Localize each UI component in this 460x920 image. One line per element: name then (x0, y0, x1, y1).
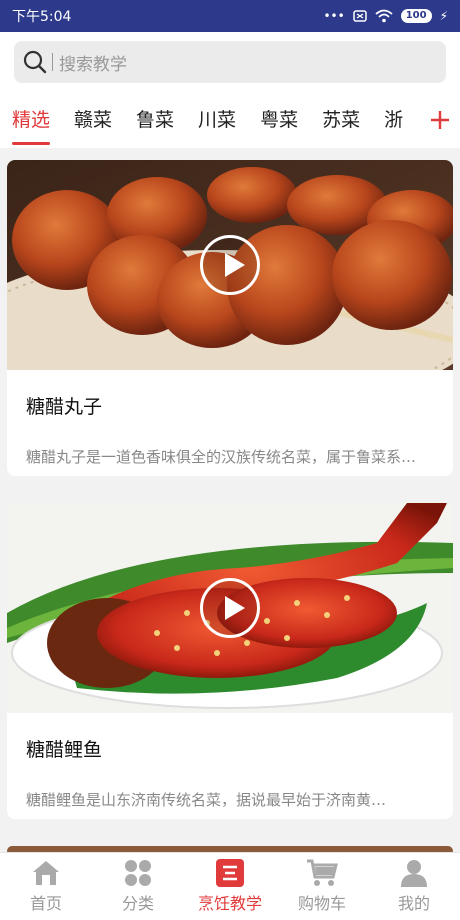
recipe-description: 糖醋丸子是一道色香味俱全的汉族传统名菜，属于鲁菜系… (26, 448, 417, 466)
nav-mine-label: 我的 (397, 894, 430, 913)
recipe-title: 糖醋丸子 (26, 396, 103, 418)
nav-cart-label: 购物车 (297, 894, 346, 913)
nav-home[interactable]: 首页 (0, 853, 92, 920)
category-icon (125, 860, 151, 886)
nav-mine[interactable]: 我的 (368, 853, 460, 920)
search-bar: 搜索教学 (0, 32, 460, 92)
tab-yue[interactable]: 粤菜 (248, 92, 310, 148)
tab-featured[interactable]: 精选 (0, 92, 62, 148)
nav-cart[interactable]: 购物车 (276, 853, 368, 920)
nav-home-label: 首页 (29, 894, 62, 913)
tab-lu[interactable]: 鲁菜 (124, 92, 186, 148)
search-input[interactable]: 搜索教学 (14, 41, 446, 83)
search-placeholder: 搜索教学 (59, 54, 127, 75)
cart-icon (307, 859, 338, 886)
tab-chuan[interactable]: 川菜 (186, 92, 248, 148)
recipe-video-thumbnail[interactable] (7, 160, 453, 370)
plus-icon (431, 111, 449, 129)
category-tabs: 精选 赣菜 鲁菜 川菜 粤菜 苏菜 浙 (0, 92, 460, 148)
tab-gan[interactable]: 赣菜 (62, 92, 124, 148)
recipe-card[interactable]: 糖醋鲤鱼 糖醋鲤鱼是山东济南传统名菜，据说最早始于济南黄… (7, 503, 453, 819)
status-bar: 下午5:04 ••• 100 ⚡ (0, 0, 460, 32)
recipe-video-thumbnail[interactable] (7, 503, 453, 713)
recipe-title: 糖醋鲤鱼 (26, 739, 103, 761)
sim-icon (352, 10, 367, 22)
home-icon (33, 861, 59, 885)
play-icon[interactable] (200, 578, 260, 638)
charging-icon: ⚡ (439, 9, 448, 23)
play-icon[interactable] (200, 235, 260, 295)
user-icon (401, 860, 427, 887)
cooking-icon (216, 859, 244, 887)
recipe-description: 糖醋鲤鱼是山东济南传统名菜，据说最早始于济南黄… (26, 791, 387, 809)
nav-category[interactable]: 分类 (92, 853, 184, 920)
search-divider (52, 53, 53, 71)
nav-cooking[interactable]: 烹饪教学 (184, 853, 276, 920)
tab-zhe[interactable]: 浙 (372, 92, 415, 148)
nav-cooking-label: 烹饪教学 (197, 894, 262, 913)
bottom-navigation: 首页 分类 烹饪教学 购物车 我的 (0, 852, 460, 920)
nav-category-label: 分类 (121, 894, 154, 913)
wifi-icon (375, 9, 393, 23)
status-time: 下午5:04 (12, 9, 72, 25)
recipe-card[interactable]: 糖醋丸子 糖醋丸子是一道色香味俱全的汉族传统名菜，属于鲁菜系… (7, 160, 453, 476)
add-category-button[interactable] (420, 92, 460, 148)
battery-level: 100 (400, 9, 432, 23)
more-dots-icon: ••• (323, 9, 345, 23)
tab-su[interactable]: 苏菜 (310, 92, 372, 148)
status-icons: ••• 100 ⚡ (323, 9, 448, 23)
search-icon (23, 50, 47, 74)
